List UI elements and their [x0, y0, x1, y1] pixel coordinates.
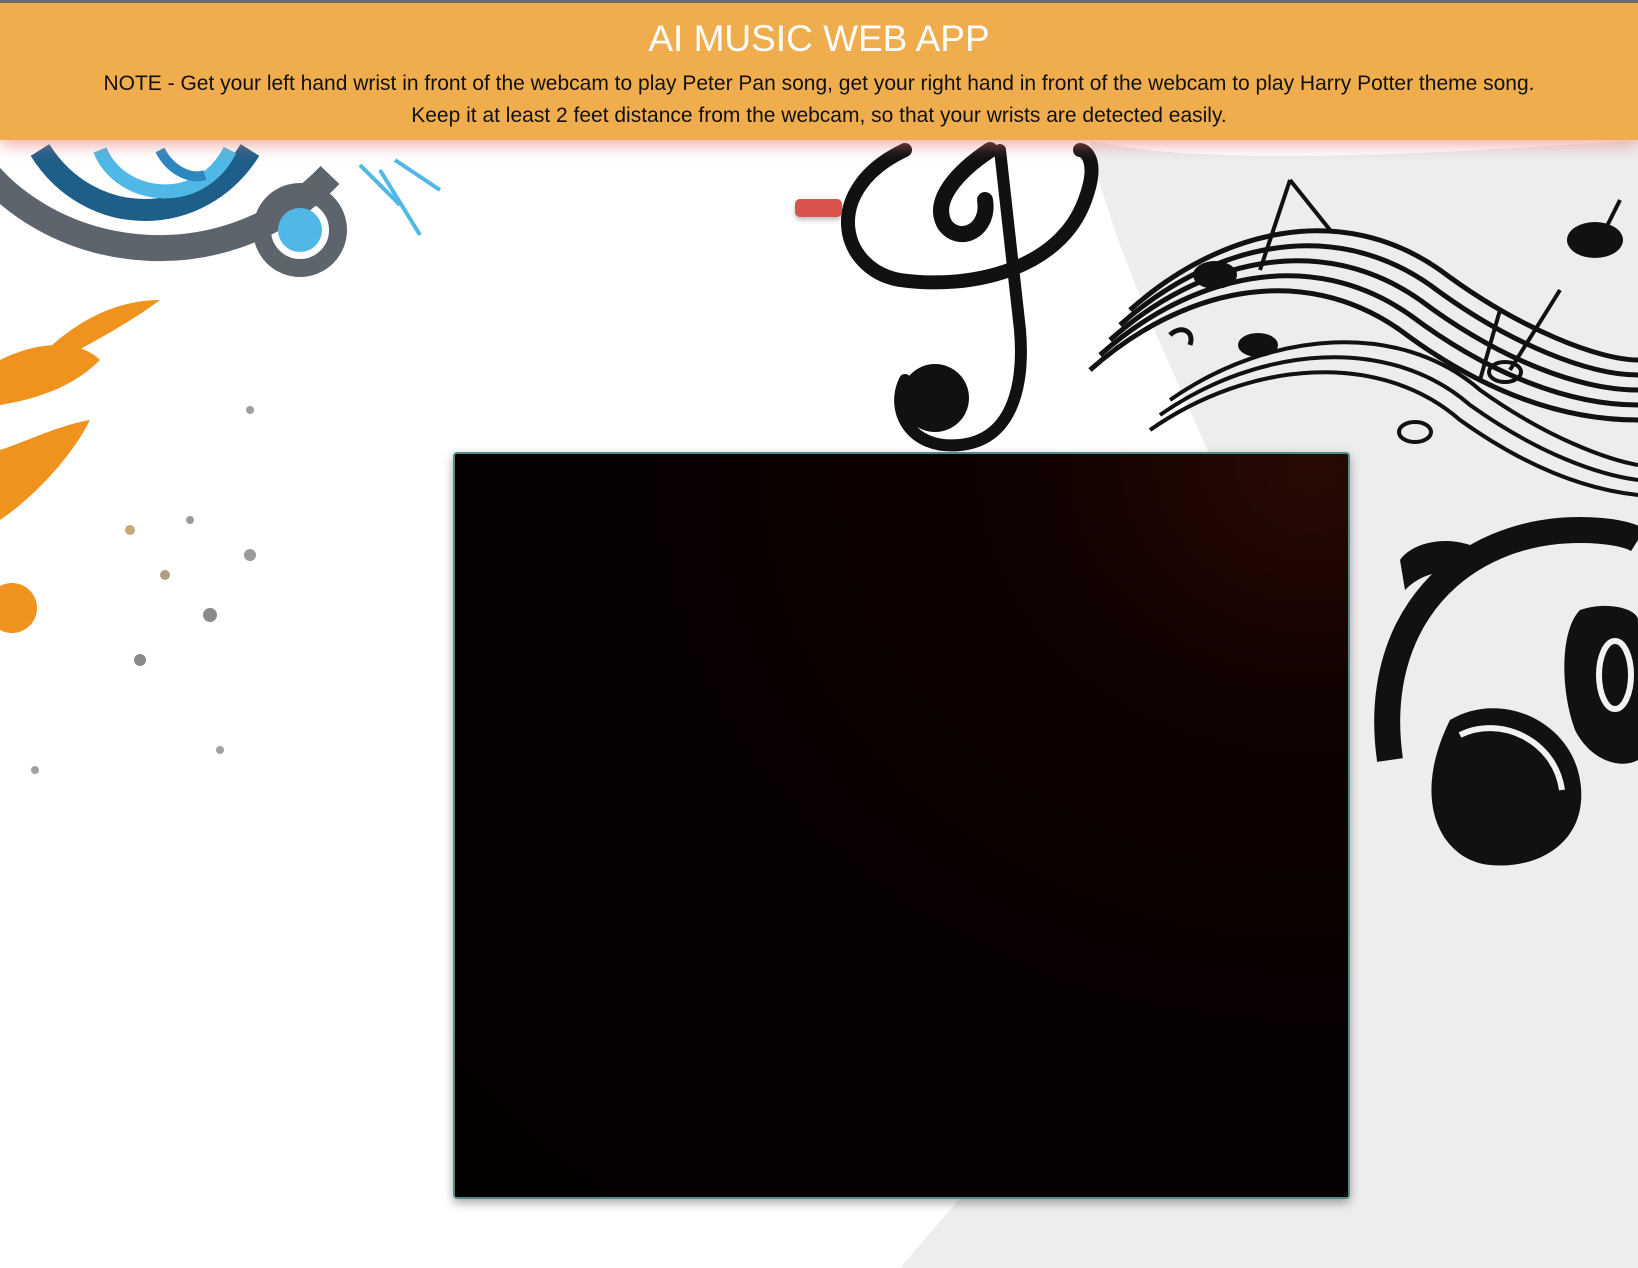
instructions-line-2: Keep it at least 2 feet distance from th…	[411, 104, 1227, 127]
instructions-note: NOTE - Get your left hand wrist in front…	[0, 68, 1638, 132]
webcam-canvas	[453, 452, 1350, 1199]
instructions-line-1: NOTE - Get your left hand wrist in front…	[103, 72, 1535, 95]
page: AI MUSIC WEB APP NOTE - Get your left ha…	[0, 0, 1638, 1268]
play-button[interactable]	[795, 199, 842, 217]
page-title: AI MUSIC WEB APP	[648, 18, 990, 59]
app-header: AI MUSIC WEB APP NOTE - Get your left ha…	[0, 2, 1638, 140]
treble-clef-icon	[841, 142, 1099, 452]
top-border	[0, 0, 1638, 3]
music-splash-art	[0, 143, 442, 774]
